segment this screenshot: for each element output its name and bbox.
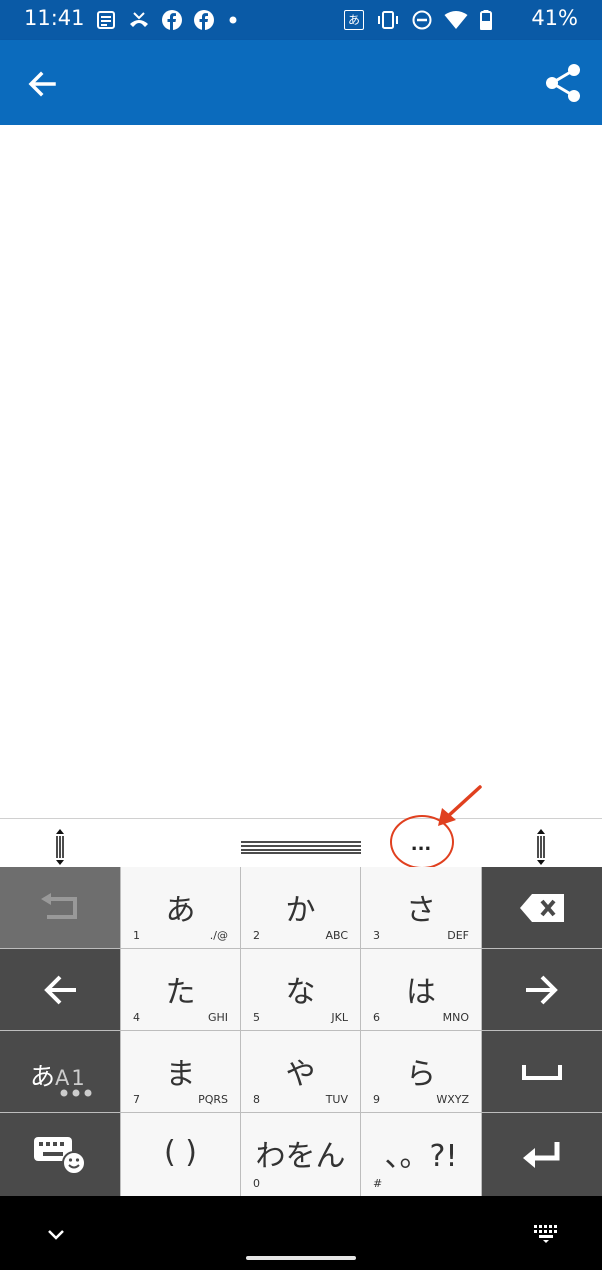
backspace-icon (520, 893, 564, 922)
chevron-down-icon[interactable] (44, 1222, 68, 1246)
kana-key-ha[interactable]: は 6 MNO (361, 949, 481, 1030)
kana-key-ya[interactable]: や 8 TUV (241, 1031, 360, 1112)
facebook-icon (194, 10, 214, 30)
punctuation-key[interactable]: 、。?! # (361, 1113, 481, 1196)
back-button[interactable] (24, 66, 60, 102)
input-mode-key[interactable]: あA1 (0, 1031, 120, 1112)
vibrate-icon (378, 11, 398, 29)
input-mode-label: あA1 (30, 1062, 87, 1091)
share-button[interactable] (544, 62, 582, 104)
cursor-left-key[interactable] (0, 949, 120, 1030)
undo-key[interactable] (0, 867, 120, 948)
resize-handle-icon[interactable] (52, 829, 68, 865)
kana-key-ta[interactable]: た 4 GHI (121, 949, 240, 1030)
more-dots-icon (60, 1089, 92, 1097)
status-time: 11:41 (24, 6, 85, 30)
wifi-icon (444, 11, 468, 29)
keyboard-emoji-icon (34, 1136, 86, 1175)
ime-japanese-icon: あ (344, 10, 364, 30)
facebook-icon (162, 10, 182, 30)
missed-call-icon (130, 12, 148, 27)
enter-icon (523, 1141, 560, 1168)
share-icon (546, 64, 580, 102)
status-bar: 11:41 あ 41% (0, 0, 602, 40)
home-handle[interactable] (246, 1256, 356, 1260)
system-icons: あ (344, 9, 492, 31)
content-area (0, 125, 602, 818)
kana-key-sa[interactable]: さ 3 DEF (361, 867, 481, 948)
kana-key-wa[interactable]: わをん 0 (241, 1113, 360, 1196)
space-icon (522, 1064, 562, 1080)
parentheses-key[interactable]: ( ) (121, 1113, 240, 1196)
arrow-right-icon (526, 975, 558, 1004)
kana-key-ka[interactable]: か 2 ABC (241, 867, 360, 948)
enter-key[interactable] (482, 1113, 602, 1196)
dot-icon (229, 16, 237, 24)
do-not-disturb-icon (412, 10, 432, 30)
japanese-keyboard: あ 1 ./@ か 2 ABC さ 3 DEF た 4 GHI な 5 JKL … (0, 867, 602, 1196)
navigation-bar (0, 1196, 602, 1270)
annotation-arrow-icon (438, 785, 482, 826)
arrow-left-icon (28, 71, 56, 97)
kana-key-na[interactable]: な 5 JKL (241, 949, 360, 1030)
resize-handle-icon[interactable] (533, 829, 549, 865)
notification-icons (96, 9, 240, 31)
cursor-right-key[interactable] (482, 949, 602, 1030)
news-icon (97, 11, 115, 29)
drag-bar-icon[interactable] (241, 839, 361, 854)
kana-key-ra[interactable]: ら 9 WXYZ (361, 1031, 481, 1112)
battery-icon (480, 10, 492, 30)
app-bar (0, 40, 602, 125)
keyboard-toolbar: ... (0, 818, 602, 868)
undo-icon (41, 892, 77, 919)
kana-key-ma[interactable]: ま 7 PQRS (121, 1031, 240, 1112)
backspace-key[interactable] (482, 867, 602, 948)
keyboard-emoji-key[interactable] (0, 1113, 120, 1196)
battery-percent: 41% (531, 6, 578, 30)
arrow-left-icon (44, 975, 76, 1004)
space-key[interactable] (482, 1031, 602, 1112)
kana-key-a[interactable]: あ 1 ./@ (121, 867, 240, 948)
keyboard-icon[interactable] (532, 1222, 560, 1244)
